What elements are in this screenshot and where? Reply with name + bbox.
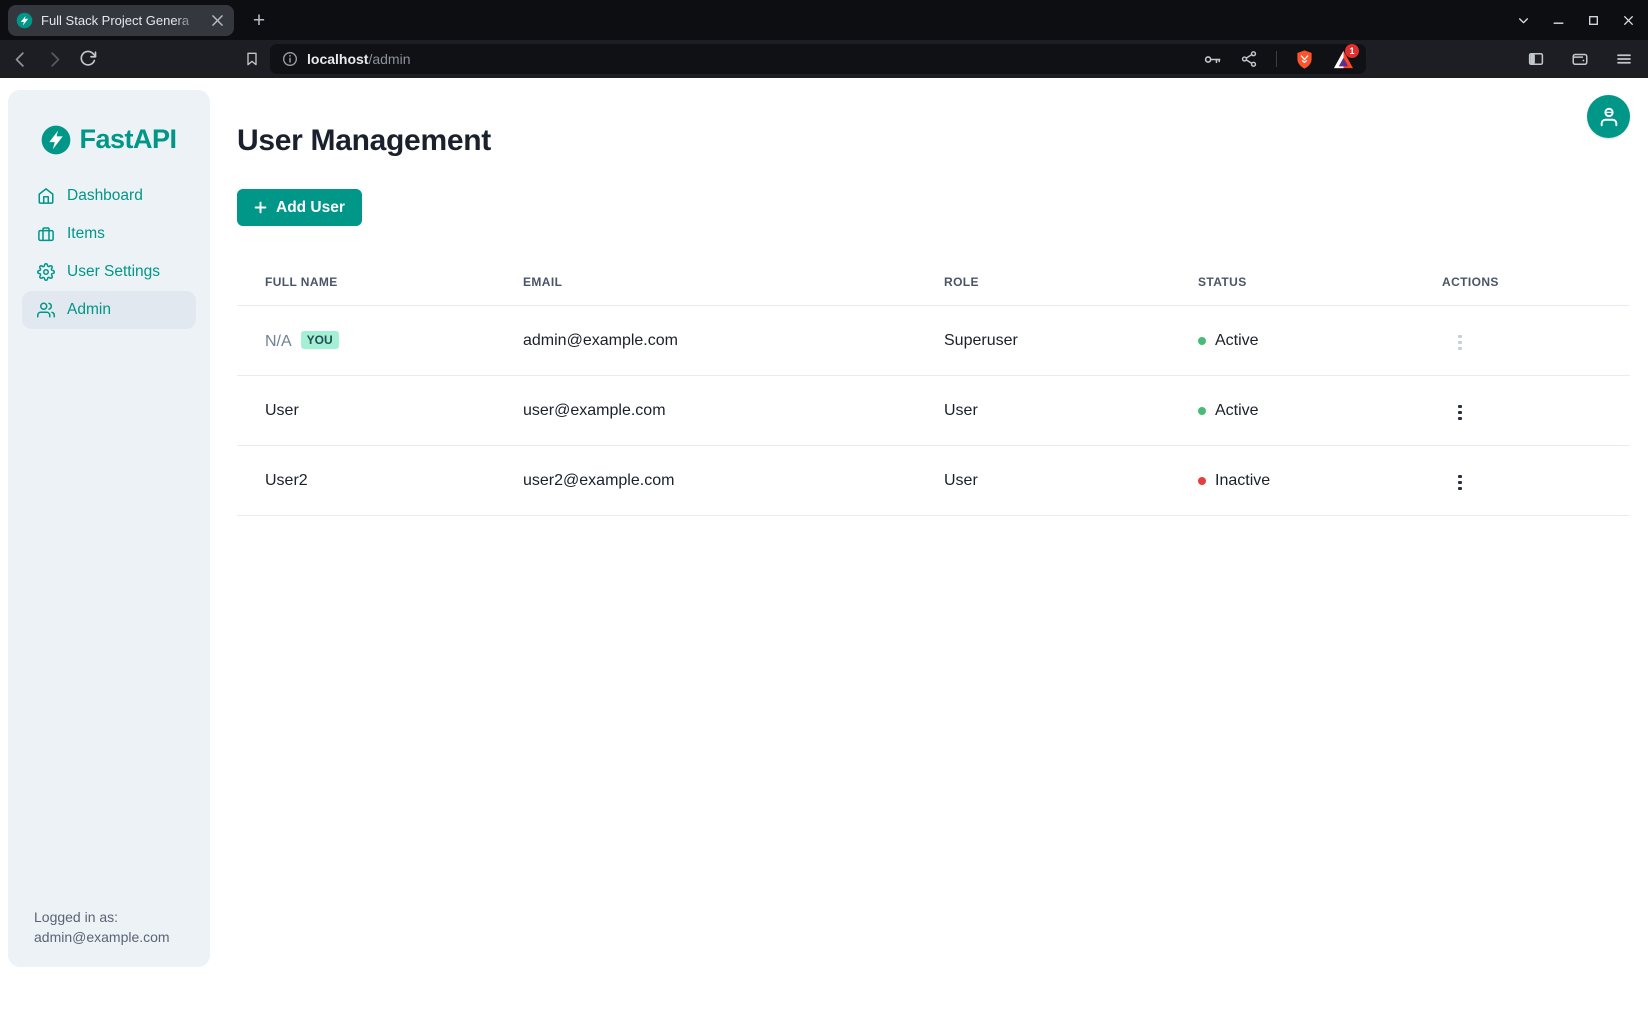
browser-window: Full Stack Project Genera + bbox=[0, 0, 1648, 1025]
full-name-text: User bbox=[265, 402, 299, 419]
table-row: User user@example.com User Active bbox=[237, 376, 1630, 446]
row-actions-menu-icon[interactable] bbox=[1452, 469, 1468, 497]
logged-in-email: admin@example.com bbox=[34, 927, 170, 947]
sidebar-nav: Dashboard Items User Settings bbox=[8, 177, 210, 329]
share-icon[interactable] bbox=[1240, 50, 1258, 68]
url-bar[interactable]: localhost/admin bbox=[270, 44, 1366, 74]
status-dot bbox=[1198, 477, 1206, 485]
sidebar-item-dashboard[interactable]: Dashboard bbox=[22, 177, 196, 215]
cell-full-name: N/A YOU bbox=[237, 306, 523, 376]
status-text: Active bbox=[1215, 402, 1259, 420]
close-window-icon[interactable] bbox=[1620, 12, 1636, 28]
url-text: localhost/admin bbox=[307, 51, 411, 67]
maximize-icon[interactable] bbox=[1585, 12, 1601, 28]
cell-email: admin@example.com bbox=[523, 306, 944, 376]
cell-actions bbox=[1442, 446, 1630, 516]
tab-title: Full Stack Project Genera bbox=[41, 13, 200, 28]
plus-icon bbox=[254, 201, 267, 214]
home-icon bbox=[37, 187, 55, 205]
add-user-button[interactable]: Add User bbox=[237, 189, 362, 226]
users-icon bbox=[37, 301, 55, 319]
status-text: Active bbox=[1215, 332, 1259, 350]
main-content: User Management Add User FULL NAME EMAIL… bbox=[237, 78, 1630, 516]
window-controls bbox=[1515, 0, 1636, 40]
sidebar-item-items[interactable]: Items bbox=[22, 215, 196, 253]
cell-status: Inactive bbox=[1198, 446, 1442, 516]
fastapi-bolt-icon bbox=[16, 12, 33, 29]
tab-strip: Full Stack Project Genera + bbox=[0, 0, 1648, 40]
cell-role: User bbox=[944, 376, 1198, 446]
close-tab-icon[interactable] bbox=[208, 12, 226, 30]
logo-text: FastAPI bbox=[79, 124, 176, 155]
status-dot bbox=[1198, 337, 1206, 345]
url-host: localhost bbox=[307, 51, 368, 67]
table-header-row: FULL NAME EMAIL ROLE STATUS ACTIONS bbox=[237, 254, 1630, 306]
cell-full-name: User bbox=[237, 376, 523, 446]
sidebar-item-admin[interactable]: Admin bbox=[22, 291, 196, 329]
back-icon[interactable] bbox=[8, 47, 32, 71]
fastapi-logo[interactable]: FastAPI bbox=[8, 90, 210, 155]
site-info-icon[interactable] bbox=[282, 51, 298, 67]
url-path: /admin bbox=[368, 51, 410, 67]
column-header-role: ROLE bbox=[944, 254, 1198, 306]
brave-shield-icon[interactable] bbox=[1295, 49, 1314, 70]
cell-status: Active bbox=[1198, 376, 1442, 446]
new-tab-button[interactable]: + bbox=[246, 8, 272, 34]
column-header-full-name: FULL NAME bbox=[237, 254, 523, 306]
sidebar-panel-icon[interactable] bbox=[1524, 47, 1548, 71]
forward-icon[interactable] bbox=[42, 47, 66, 71]
briefcase-icon bbox=[37, 225, 55, 243]
cell-actions bbox=[1442, 306, 1630, 376]
cell-role: User bbox=[944, 446, 1198, 516]
reload-icon[interactable] bbox=[76, 47, 100, 71]
cell-status: Active bbox=[1198, 306, 1442, 376]
sidebar-item-label: Admin bbox=[67, 301, 111, 319]
full-name-text: N/A bbox=[265, 333, 292, 350]
status-dot bbox=[1198, 407, 1206, 415]
fastapi-bolt-icon bbox=[41, 125, 71, 155]
cell-email: user@example.com bbox=[523, 376, 944, 446]
sidebar-item-label: Items bbox=[67, 225, 105, 243]
status-text: Inactive bbox=[1215, 472, 1270, 490]
brave-rewards-icon[interactable]: 1 bbox=[1332, 48, 1354, 70]
sidebar-item-label: Dashboard bbox=[67, 187, 143, 205]
you-badge: YOU bbox=[301, 331, 339, 349]
hamburger-menu-icon[interactable] bbox=[1612, 47, 1636, 71]
logged-in-info: Logged in as: admin@example.com bbox=[34, 907, 170, 947]
full-name-text: User2 bbox=[265, 472, 308, 489]
row-actions-menu-icon[interactable] bbox=[1452, 329, 1468, 357]
table-row: User2 user2@example.com User Inactive bbox=[237, 446, 1630, 516]
minimize-icon[interactable] bbox=[1550, 12, 1566, 28]
column-header-actions: ACTIONS bbox=[1442, 254, 1630, 306]
bookmark-icon[interactable] bbox=[240, 47, 264, 71]
cell-email: user2@example.com bbox=[523, 446, 944, 516]
wallet-icon[interactable] bbox=[1568, 47, 1592, 71]
column-header-email: EMAIL bbox=[523, 254, 944, 306]
sidebar: FastAPI Dashboard Items bbox=[8, 90, 210, 967]
divider bbox=[1276, 51, 1277, 67]
cell-actions bbox=[1442, 376, 1630, 446]
sidebar-item-user-settings[interactable]: User Settings bbox=[22, 253, 196, 291]
cell-full-name: User2 bbox=[237, 446, 523, 516]
rewards-badge: 1 bbox=[1345, 44, 1359, 58]
cell-role: Superuser bbox=[944, 306, 1198, 376]
sidebar-item-label: User Settings bbox=[67, 263, 160, 281]
logged-in-label: Logged in as: bbox=[34, 907, 170, 927]
add-user-label: Add User bbox=[276, 199, 345, 217]
app-page: FastAPI Dashboard Items bbox=[0, 78, 1648, 1025]
tab-search-icon[interactable] bbox=[1515, 12, 1531, 28]
row-actions-menu-icon[interactable] bbox=[1452, 399, 1468, 427]
table-row: N/A YOU admin@example.com Superuser Activ… bbox=[237, 306, 1630, 376]
column-header-status: STATUS bbox=[1198, 254, 1442, 306]
browser-toolbar: localhost/admin bbox=[0, 40, 1648, 78]
page-title: User Management bbox=[237, 124, 1630, 158]
gear-icon bbox=[37, 263, 55, 281]
users-table: FULL NAME EMAIL ROLE STATUS ACTIONS N/A Y… bbox=[237, 254, 1630, 516]
key-icon[interactable] bbox=[1203, 50, 1222, 69]
browser-tab[interactable]: Full Stack Project Genera bbox=[8, 5, 234, 36]
